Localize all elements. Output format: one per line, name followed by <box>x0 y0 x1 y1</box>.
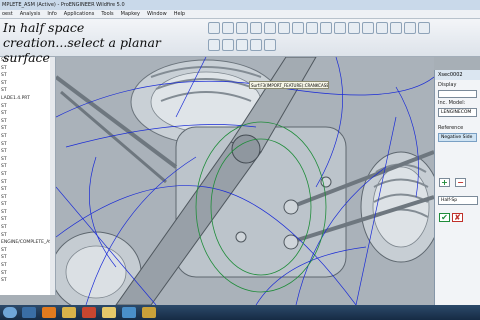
menu-item-mapkey[interactable]: Mapkey <box>121 10 140 18</box>
menu-item-help[interactable]: Help <box>174 10 185 18</box>
model-tree[interactable]: ST ST ST ST ST LADE1.4.PRT ST ST ST ST S… <box>0 57 56 295</box>
tree-item[interactable]: ST <box>0 80 55 88</box>
tree-item[interactable]: ST <box>0 133 55 141</box>
tutorial-caption: In half space creation...select a planar… <box>3 20 203 65</box>
tree-item[interactable]: ST <box>0 201 55 209</box>
caption-line-2: creation...select a planar <box>3 35 161 50</box>
tree-item[interactable]: ST <box>0 262 55 270</box>
surface-callout: Surf:F3(IMPORT_FEATURE):CRANKCASE_1 <box>249 81 329 89</box>
taskbar <box>0 305 480 320</box>
toolbar-button[interactable] <box>390 22 402 34</box>
toolbar-button[interactable] <box>264 22 276 34</box>
cancel-button[interactable]: ✘ <box>452 213 463 222</box>
folder-icon[interactable] <box>102 307 116 318</box>
menu-item-tools[interactable]: Tools <box>101 10 113 18</box>
tree-item[interactable]: ST <box>0 103 55 111</box>
tree-item[interactable]: ST <box>0 224 55 232</box>
tree-item[interactable]: ST <box>0 216 55 224</box>
clock <box>428 307 478 318</box>
tree-item[interactable]: ST <box>0 194 55 202</box>
start-button[interactable] <box>3 307 17 318</box>
tree-item[interactable]: ST <box>0 148 55 156</box>
menu-item-applications[interactable]: Applications <box>64 10 95 18</box>
display-field[interactable] <box>438 90 477 98</box>
toolbar-button[interactable] <box>362 22 374 34</box>
tree-item[interactable]: ST <box>0 254 55 262</box>
tree-item[interactable]: ST <box>0 110 55 118</box>
dialog-title: Xsec0002 <box>435 70 480 80</box>
tree-item[interactable]: ST <box>0 270 55 278</box>
app-icon[interactable] <box>122 307 136 318</box>
toolbar-button[interactable] <box>236 22 248 34</box>
caption-line-1: In half space <box>3 20 85 35</box>
remove-button[interactable]: − <box>455 178 466 187</box>
menu-bar: oest Analysis Info Applications Tools Ma… <box>0 10 480 19</box>
toolbar-button[interactable] <box>222 39 234 51</box>
menu-item-analysis[interactable]: Analysis <box>20 10 41 18</box>
xsection-dialog: Xsec0002 Display Inc. Model: LENGINECOM … <box>434 70 480 305</box>
tree-item[interactable]: ST <box>0 118 55 126</box>
menu-item-info[interactable]: Info <box>47 10 56 18</box>
toolbar-button[interactable] <box>306 22 318 34</box>
toolbar-button[interactable] <box>418 22 430 34</box>
negative-side-item[interactable]: Negative Side <box>438 133 477 142</box>
ok-button[interactable]: ✔ <box>439 213 450 222</box>
toolbar-button[interactable] <box>348 22 360 34</box>
tree-scrollbar[interactable] <box>50 57 55 295</box>
tree-item[interactable]: ST <box>0 179 55 187</box>
tree-item[interactable]: ST <box>0 87 55 95</box>
tree-item[interactable]: ST <box>0 209 55 217</box>
tree-item[interactable]: ENGINE/COMPLETE_ASM.0 <box>0 239 55 247</box>
explorer-icon[interactable] <box>62 307 76 318</box>
tree-item[interactable]: ST <box>0 156 55 164</box>
ie-icon[interactable] <box>22 307 36 318</box>
toolbar-button[interactable] <box>334 22 346 34</box>
graphics-viewport[interactable]: Surf:F3(IMPORT_FEATURE):CRANKCASE_1 <box>56 57 434 305</box>
tree-item[interactable]: ST <box>0 186 55 194</box>
firefox-icon[interactable] <box>42 307 56 318</box>
tree-item[interactable]: ST <box>0 125 55 133</box>
toolbar-button[interactable] <box>208 39 220 51</box>
reference-label: Reference <box>438 125 464 131</box>
toolbar-button[interactable] <box>250 39 262 51</box>
toolbar-button[interactable] <box>236 39 248 51</box>
tree-item[interactable]: ST <box>0 72 55 80</box>
tree-item[interactable]: LADE1.4.PRT <box>0 95 55 103</box>
toolbar-button[interactable] <box>320 22 332 34</box>
tree-item[interactable]: ST <box>0 65 55 73</box>
tree-item[interactable]: ST <box>0 141 55 149</box>
toolbar-button[interactable] <box>208 22 220 34</box>
toolbar-button[interactable] <box>278 22 290 34</box>
toolbar-button[interactable] <box>250 22 262 34</box>
tree-item[interactable]: ST <box>0 232 55 240</box>
media-icon[interactable] <box>82 307 96 318</box>
menu-item-window[interactable]: Window <box>147 10 167 18</box>
display-label: Display <box>438 82 457 88</box>
toolbar-button[interactable] <box>222 22 234 34</box>
toolbar-button[interactable] <box>376 22 388 34</box>
model-field[interactable]: LENGINECOM <box>438 108 477 117</box>
toolbar-button[interactable] <box>264 39 276 51</box>
tree-item[interactable]: ST <box>0 171 55 179</box>
section-label: Inc. Model: <box>438 100 466 106</box>
menu-item-oest[interactable]: oest <box>2 10 13 18</box>
add-button[interactable]: + <box>439 178 450 187</box>
caption-line-3: surface <box>3 50 50 65</box>
window-title: MPLETE_ASM (Active) - ProENGINEER Wildfi… <box>0 0 480 10</box>
tree-item[interactable]: ST <box>0 277 55 285</box>
engine-model-render[interactable] <box>56 57 434 305</box>
toolbar-button[interactable] <box>404 22 416 34</box>
proe-icon[interactable] <box>142 307 156 318</box>
tree-item[interactable]: ST <box>0 247 55 255</box>
halfspace-field[interactable]: Half-Sp <box>438 196 478 205</box>
tree-item[interactable]: ST <box>0 163 55 171</box>
toolbar-button[interactable] <box>292 22 304 34</box>
